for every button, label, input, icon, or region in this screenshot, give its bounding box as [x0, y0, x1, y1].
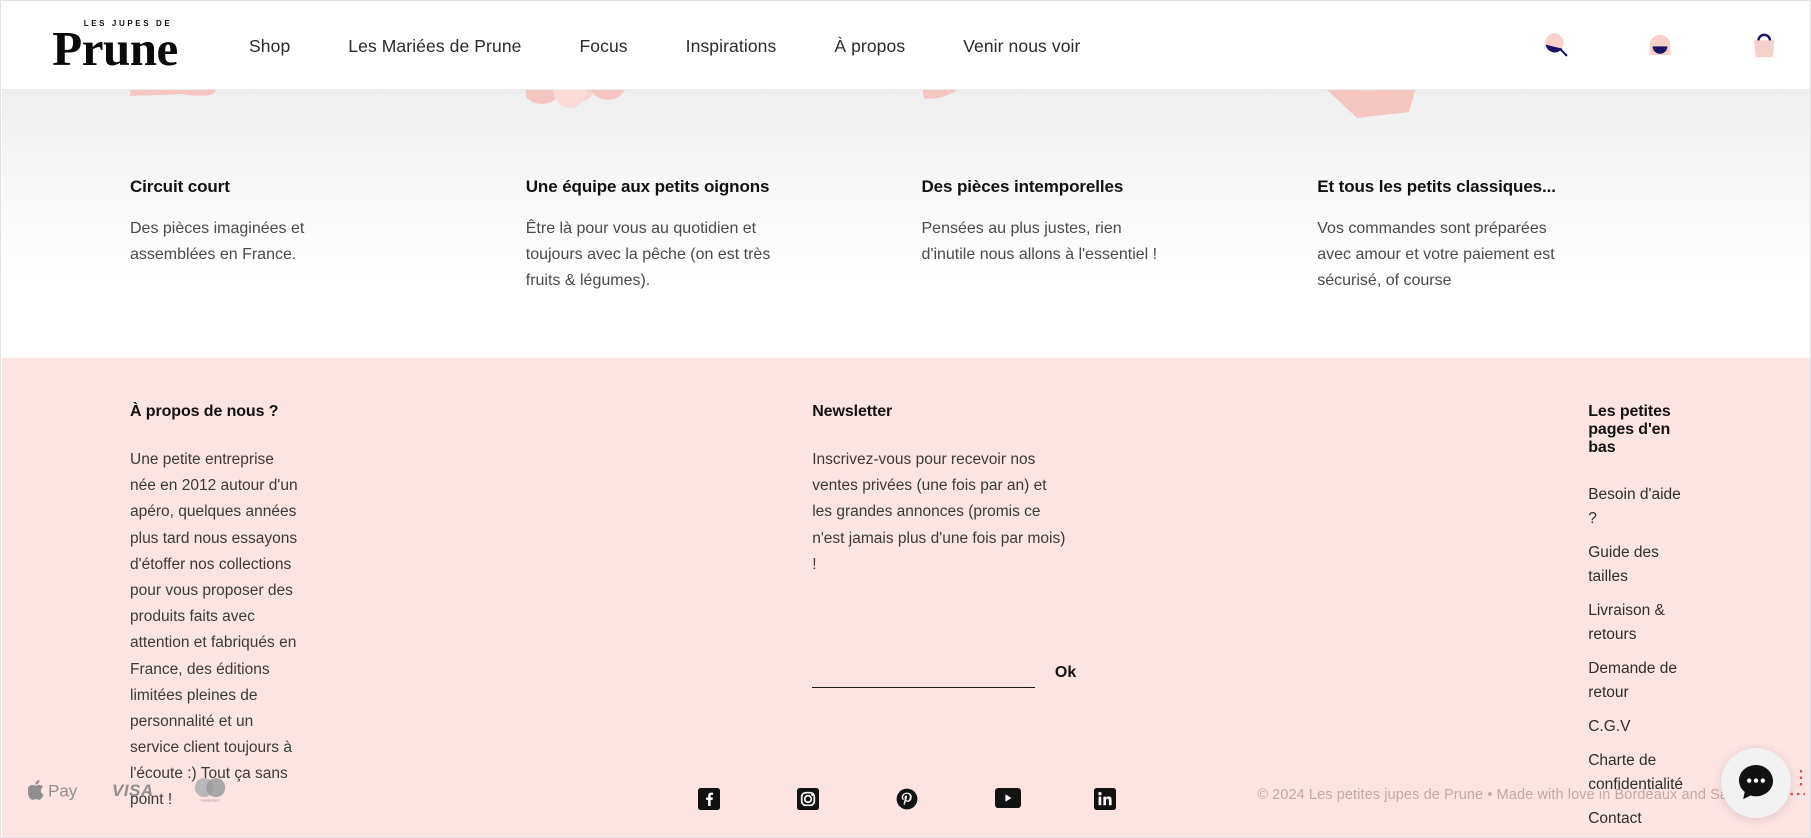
nav-les-mariees-de-prune[interactable]: Les Mariées de Prune — [348, 36, 521, 57]
footer-heading-links: Les petites pages d'en bas — [1588, 403, 1671, 456]
site-footer: À propos de nous ? Une petite entreprise… — [2, 358, 1810, 837]
svg-text:Pay: Pay — [48, 781, 78, 800]
list-item: Guide des tailles — [1588, 541, 1683, 589]
flower-petals-icon — [525, 90, 646, 132]
footer-link-cgv[interactable]: C.G.V — [1588, 718, 1630, 735]
nav-focus[interactable]: Focus — [580, 36, 628, 57]
nav-a-propos[interactable]: À propos — [834, 36, 905, 57]
main-navigation: Shop Les Mariées de Prune Focus Inspirat… — [249, 2, 1080, 90]
thumb-icon — [922, 90, 1042, 132]
cart-bag-icon[interactable] — [1747, 29, 1781, 63]
features-grid: Circuit court Des pièces imaginées et as… — [2, 90, 1810, 358]
nav-shop[interactable]: Shop — [249, 36, 290, 57]
feature-text: Vos commandes sont préparées avec amour … — [1317, 220, 1555, 289]
footer-newsletter-text: Inscrivez-vous pour recevoir nos ventes … — [812, 451, 1066, 573]
linkedin-icon[interactable] — [1093, 788, 1116, 810]
youtube-icon[interactable] — [994, 788, 1021, 810]
nav-inspirations[interactable]: Inspirations — [686, 36, 777, 57]
mastercard-icon: mastercard — [190, 776, 230, 808]
copyright-text: © 2024 Les petites jupes de Prune • Made… — [1257, 787, 1787, 803]
instagram-icon[interactable] — [796, 788, 819, 810]
feature-title: Une équipe aux petits oignons — [525, 177, 770, 196]
facebook-icon[interactable] — [697, 788, 720, 810]
footer-heading-newsletter: Newsletter — [812, 403, 893, 420]
feature-text: Être là pour vous au quotidien et toujou… — [525, 220, 771, 289]
search-icon[interactable] — [1539, 29, 1573, 63]
account-icon[interactable] — [1643, 29, 1677, 63]
feature-title: Et tous les petits classiques... — [1317, 177, 1556, 196]
feature-card-et-tous-les-petits-classiques: Et tous les petits classiques... Vos com… — [1317, 90, 1693, 358]
feature-title: Des pièces intemporelles — [921, 177, 1124, 196]
brand-logo-word: Prune — [52, 20, 178, 76]
feature-title: Circuit court — [130, 177, 230, 196]
footer-link-livraison-retours[interactable]: Livraison & retours — [1588, 602, 1665, 643]
footer-link-besoin-d-aide[interactable]: Besoin d'aide ? — [1588, 486, 1681, 527]
visa-icon: VISA — [112, 780, 164, 805]
newsletter-submit-button[interactable]: Ok — [1055, 664, 1076, 688]
list-item: Livraison & retours — [1588, 599, 1683, 647]
payment-icons: Pay VISA mastercard — [27, 776, 230, 808]
list-item: Besoin d'aide ? — [1588, 483, 1683, 531]
svg-text:VISA: VISA — [112, 781, 154, 800]
newsletter-email-input[interactable] — [812, 659, 1035, 688]
footer-bottom-bar: Pay VISA mastercard © 2024 Les petites j… — [2, 748, 1810, 837]
hand-icon — [130, 90, 250, 132]
newsletter-form: Ok — [812, 659, 1076, 688]
feature-text: Des pièces imaginées et assemblées en Fr… — [130, 220, 305, 263]
site-header: LES JUPES DE Prune Shop Les Mariées de P… — [2, 2, 1810, 90]
footer-heading-about: À propos de nous ? — [130, 403, 279, 420]
footer-link-guide-des-tailles[interactable]: Guide des tailles — [1588, 544, 1659, 585]
chat-bubble-icon[interactable] — [1721, 748, 1791, 818]
feature-card-circuit-court: Circuit court Des pièces imaginées et as… — [130, 90, 506, 358]
social-icons — [697, 788, 1116, 810]
list-item: Demande de retour — [1588, 657, 1683, 705]
apple-pay-icon: Pay — [27, 778, 86, 807]
feature-card-une-equipe-aux-petits-oignons: Une équipe aux petits oignons Être là po… — [525, 90, 902, 358]
brand-logo[interactable]: LES JUPES DE Prune — [40, 15, 190, 75]
open-box-icon — [1317, 90, 1437, 132]
feature-text: Pensées au plus justes, rien d'inutile n… — [921, 220, 1158, 263]
header-actions — [1539, 2, 1781, 90]
list-item: C.G.V — [1588, 715, 1683, 739]
pinterest-icon[interactable] — [896, 788, 918, 810]
feature-card-des-pieces-intemporelles: Des pièces intemporelles Pensées au plus… — [922, 90, 1298, 358]
footer-link-demande-de-retour[interactable]: Demande de retour — [1588, 660, 1677, 701]
nav-venir-nous-voir[interactable]: Venir nous voir — [963, 36, 1080, 57]
svg-text:mastercard: mastercard — [201, 798, 220, 802]
features-section: Circuit court Des pièces imaginées et as… — [2, 90, 1810, 358]
page-frame: LES JUPES DE Prune Shop Les Mariées de P… — [0, 0, 1811, 838]
